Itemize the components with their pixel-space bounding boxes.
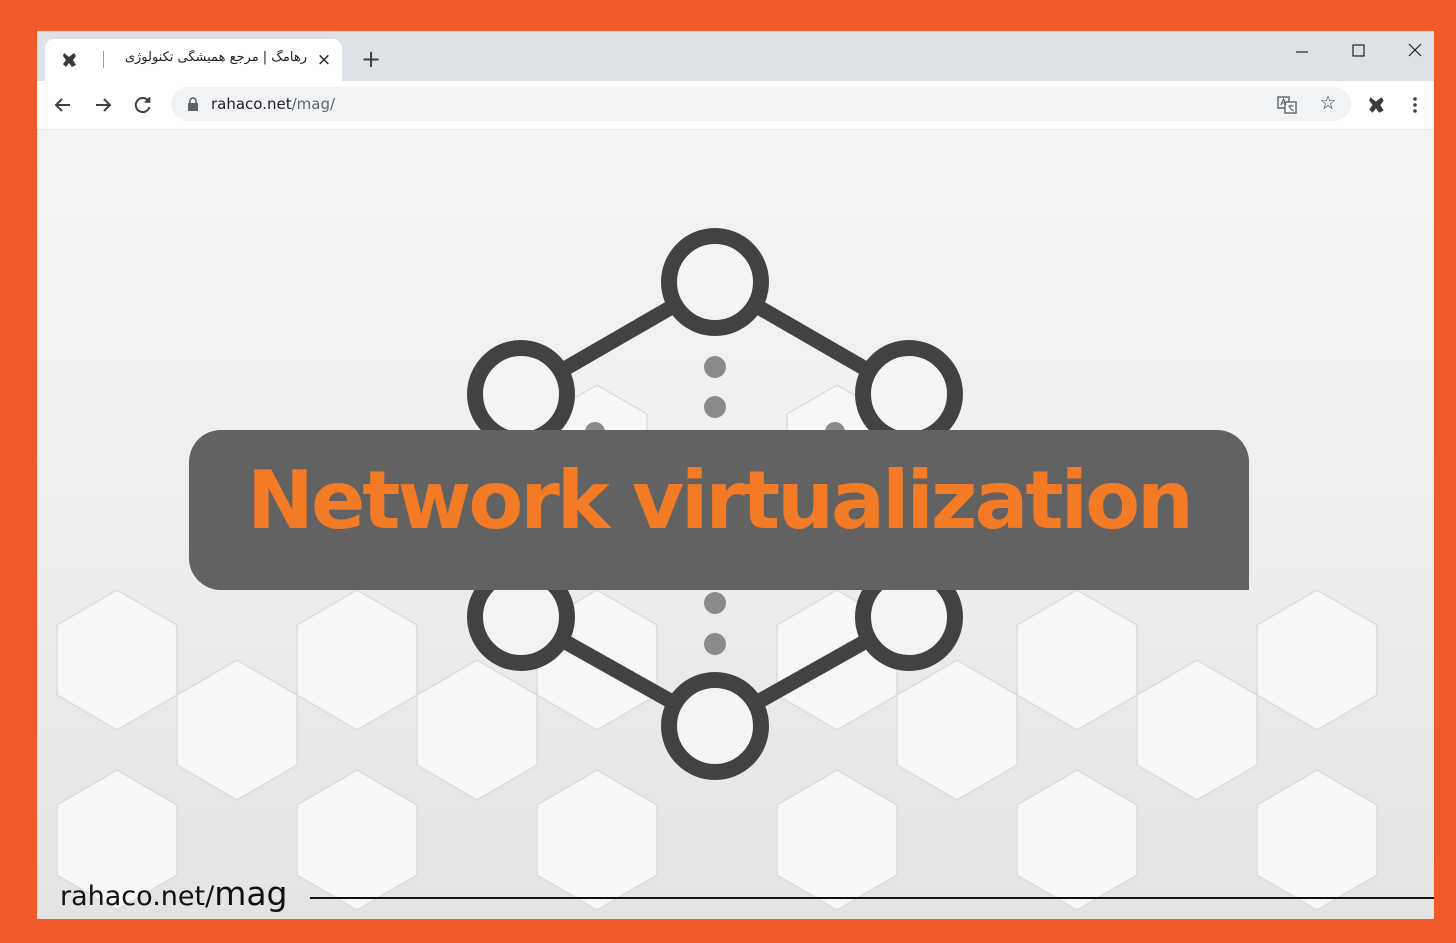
new-tab-button[interactable]: + <box>357 45 385 73</box>
watermark-section: mag <box>214 874 288 913</box>
dot-icon <box>704 356 726 378</box>
dot-icon <box>704 633 726 655</box>
url-text[interactable]: rahaco.net/mag/ <box>211 95 335 113</box>
dot-icon <box>704 592 726 614</box>
node-upper-right-icon <box>855 340 963 448</box>
minimize-icon[interactable] <box>1287 41 1317 61</box>
url-host: rahaco.net <box>211 95 292 113</box>
address-bar[interactable]: rahaco.net/mag/ ☆ <box>171 87 1351 121</box>
tab-separator <box>103 51 104 68</box>
node-top-icon <box>661 228 769 336</box>
lock-icon[interactable] <box>187 97 199 111</box>
close-window-icon[interactable] <box>1400 41 1430 61</box>
forward-arrow-icon[interactable] <box>88 91 118 119</box>
extension-icon[interactable] <box>1367 95 1387 115</box>
menu-dots-icon[interactable] <box>1408 94 1422 116</box>
headline-banner: Network virtualization <box>189 430 1249 590</box>
dot-icon <box>704 396 726 418</box>
headline: Network virtualization <box>247 454 1194 547</box>
node-bottom-icon <box>661 672 769 780</box>
maximize-icon[interactable] <box>1343 41 1373 61</box>
browser-window: رهامگ | مرجع همیشگی تکنولوژی × + rahaco.… <box>37 31 1434 919</box>
watermark-divider <box>310 897 1434 899</box>
page-content: Network virtualization rahaco.net/mag <box>37 130 1434 919</box>
back-arrow-icon[interactable] <box>48 91 78 119</box>
site-watermark: rahaco.net/mag <box>60 874 288 913</box>
node-upper-left-icon <box>467 340 575 448</box>
tab-active[interactable]: رهامگ | مرجع همیشگی تکنولوژی × <box>45 39 342 81</box>
bookmark-star-icon[interactable]: ☆ <box>1317 92 1339 114</box>
translate-icon[interactable] <box>1277 95 1297 115</box>
tab-close-icon[interactable]: × <box>313 49 335 71</box>
reload-icon[interactable] <box>128 91 158 119</box>
watermark-site: rahaco.net/ <box>60 881 215 912</box>
browser-toolbar: rahaco.net/mag/ ☆ <box>37 81 1434 130</box>
tab-strip: رهامگ | مرجع همیشگی تکنولوژی × + <box>37 31 1434 81</box>
tab-title: رهامگ | مرجع همیشگی تکنولوژی <box>124 50 307 65</box>
site-favicon-icon <box>63 53 76 67</box>
url-path: /mag/ <box>291 95 336 113</box>
